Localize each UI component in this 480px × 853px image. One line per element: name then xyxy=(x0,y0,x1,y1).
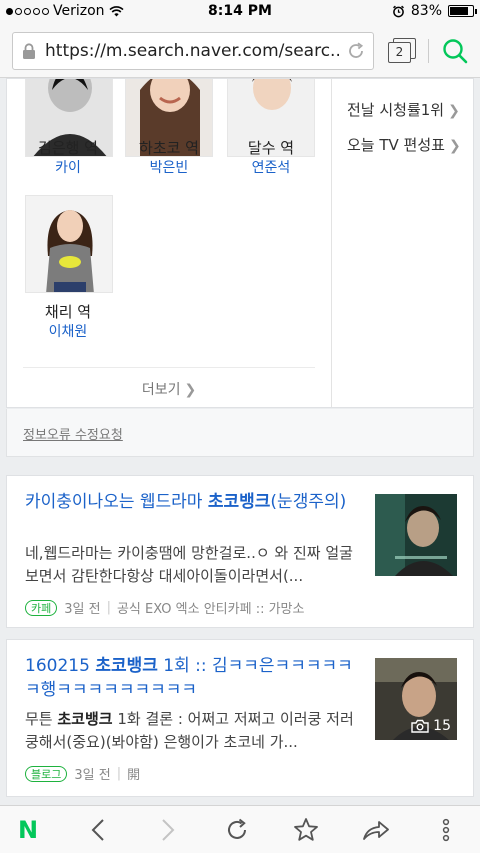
status-bar: Verizon 8:14 PM 83% xyxy=(0,0,480,24)
share-icon[interactable] xyxy=(362,816,390,844)
cast-actor-4[interactable]: 이채원 xyxy=(13,321,123,341)
chevron-right-icon: ❯ xyxy=(184,382,197,398)
address-field[interactable]: https://m.search.naver.com/searc... xyxy=(12,32,374,70)
search-result: 160215 초코뱅크 1회 :: 김ㅋㅋ은ㅋㅋㅋㅋㅋㅋ행ㅋㅋㅋㅋㅋㅋㅋㅋㅋ 무… xyxy=(6,639,474,797)
photo-count-value: 15 xyxy=(433,718,451,734)
forward-icon[interactable] xyxy=(154,816,182,844)
back-icon[interactable] xyxy=(84,816,112,844)
result-meta: 카페 3일 전 | 공식 EXO 엑소 안티카페 :: 가망소 xyxy=(25,598,304,617)
report-error-link[interactable]: 정보오류 수정요청 xyxy=(23,424,123,443)
photo-count: 15 xyxy=(411,718,451,734)
report-bar: 정보오류 수정요청 xyxy=(6,409,474,457)
result-description: 무튼 초코뱅크 1화 결론 : 어쩌고 저쩌고 이러쿵 저러쿵해서(중요)(봐야… xyxy=(25,708,355,754)
cast-actor-2[interactable]: 박은빈 xyxy=(114,157,224,177)
more-button[interactable]: 더보기 ❯ xyxy=(23,379,315,399)
bookmark-star-icon[interactable] xyxy=(292,816,320,844)
side-link-rating[interactable]: 전날 시청률1위 ❯ xyxy=(347,99,460,120)
cast-role-3: 달수 역 xyxy=(247,139,295,157)
battery-percent: 83% xyxy=(410,3,442,19)
result-title-keyword: 초코뱅크 xyxy=(95,656,158,676)
side-link-schedule[interactable]: 오늘 TV 편성표 ❯ xyxy=(347,134,461,155)
cast-actor-1[interactable]: 카이 xyxy=(13,157,123,177)
browser-url-bar: https://m.search.naver.com/searc... 2 xyxy=(0,24,480,78)
cast-role-2: 하초코 역 xyxy=(139,139,199,157)
search-icon[interactable] xyxy=(441,37,469,65)
result-title[interactable]: 160215 초코뱅크 1회 :: 김ㅋㅋ은ㅋㅋㅋㅋㅋㅋ행ㅋㅋㅋㅋㅋㅋㅋㅋㅋ xyxy=(25,654,355,702)
tabs-button[interactable]: 2 xyxy=(388,38,416,64)
more-label: 더보기 xyxy=(141,382,181,398)
lock-icon xyxy=(13,42,45,60)
status-right: 83% xyxy=(392,3,477,19)
result-desc-pre: 네,웹드라마는 카이충땜에 망한걸로..ㅇ 와 진짜 얼굴보면서 감탄한다항상 … xyxy=(25,544,353,585)
result-title-post: (눈갱주의) xyxy=(270,492,347,512)
naver-logo-text: N xyxy=(17,816,39,844)
alarm-icon xyxy=(392,5,404,17)
more-separator xyxy=(23,367,315,368)
result-title-pre: 160215 xyxy=(25,656,96,676)
result-description: 네,웹드라마는 카이충땜에 망한걸로..ㅇ 와 진짜 얼굴보면서 감탄한다항상 … xyxy=(25,542,355,588)
result-date: 3일 전 xyxy=(64,602,101,617)
result-desc-pre: 무튼 xyxy=(25,710,58,728)
result-title-pre: 카이충이나오는 웹드라마 xyxy=(25,492,208,512)
cast-actor-3[interactable]: 연준석 xyxy=(216,157,326,177)
search-result: 카이충이나오는 웹드라마 초코뱅크(눈갱주의) 네,웹드라마는 카이충땜에 망한… xyxy=(6,475,474,628)
reload-icon[interactable] xyxy=(223,816,251,844)
cast-card: 김은행 역 카이 하초코 역 박은빈 달수 역 연준석 채리 역 이채원 전날 … xyxy=(6,78,474,408)
meta-separator: | xyxy=(116,766,122,781)
tab-count: 2 xyxy=(388,42,411,63)
result-title[interactable]: 카이충이나오는 웹드라마 초코뱅크(눈갱주의) xyxy=(25,490,355,514)
more-icon[interactable] xyxy=(432,816,460,844)
page-reload-icon[interactable] xyxy=(339,41,373,61)
battery-icon xyxy=(448,5,477,17)
url-divider xyxy=(428,39,429,63)
cast-role-4: 채리 역 xyxy=(44,303,92,321)
chevron-right-icon: ❯ xyxy=(448,103,460,119)
chevron-right-icon: ❯ xyxy=(448,138,461,154)
camera-icon xyxy=(411,719,429,733)
result-meta: 블로그 3일 전 | 開 xyxy=(25,764,140,783)
meta-separator: | xyxy=(106,600,111,615)
result-thumbnail[interactable]: 15 xyxy=(375,658,457,740)
result-source[interactable]: 공식 EXO 엑소 안티카페 :: 가망소 xyxy=(117,598,305,617)
source-badge: 블로그 xyxy=(25,765,68,782)
side-link-rating-label: 전날 시청률1위 xyxy=(347,101,445,119)
source-badge: 카페 xyxy=(25,599,58,616)
url-text: https://m.search.naver.com/searc... xyxy=(45,41,339,61)
cast-photo-4[interactable] xyxy=(25,195,113,293)
browser-toolbar: N xyxy=(0,805,480,853)
cast-divider xyxy=(331,79,332,407)
cast-role-1: 김은행 역 xyxy=(38,139,98,157)
side-link-schedule-label: 오늘 TV 편성표 xyxy=(347,136,445,154)
result-date: 3일 전 xyxy=(74,768,111,783)
result-desc-keyword: 초코뱅크 xyxy=(57,710,113,728)
result-title-keyword: 초코뱅크 xyxy=(207,492,271,512)
result-thumbnail[interactable] xyxy=(375,494,457,576)
result-source[interactable]: 開 xyxy=(127,764,140,783)
naver-home-icon[interactable]: N xyxy=(14,816,42,844)
